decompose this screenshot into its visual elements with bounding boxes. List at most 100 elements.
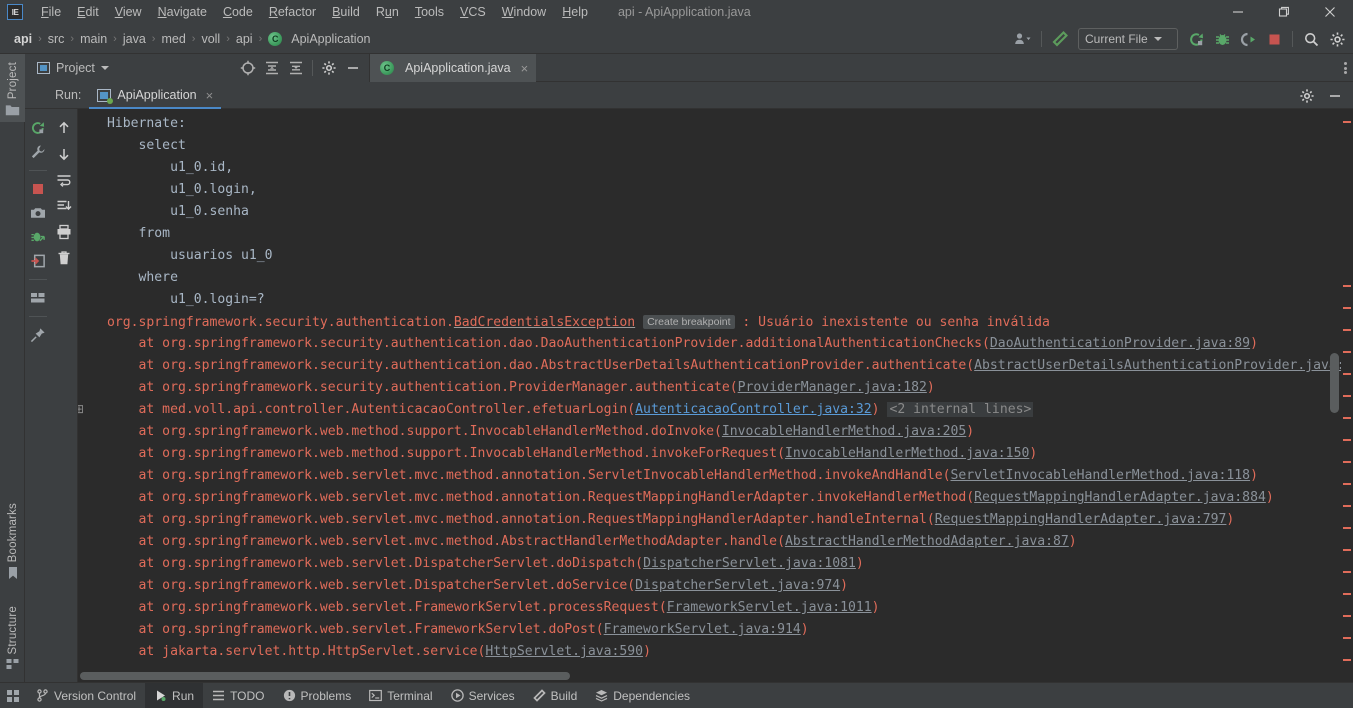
console-stack-frame[interactable]: at jakarta.servlet.http.HttpServlet.serv…	[78, 641, 1341, 663]
error-stripe-mark[interactable]	[1343, 637, 1351, 639]
menu-item-refactor[interactable]: Refactor	[261, 3, 324, 21]
search-everywhere-icon[interactable]	[1299, 27, 1323, 51]
stack-frame-link[interactable]: DispatcherServlet.java:1081	[643, 556, 856, 571]
run-configuration-selector[interactable]: Current File	[1078, 28, 1178, 50]
close-icon[interactable]	[1307, 0, 1353, 24]
console-stack-frame[interactable]: at org.springframework.security.authenti…	[78, 355, 1341, 377]
pin-icon[interactable]	[27, 324, 49, 346]
collapsed-frames-note[interactable]: <2 internal lines>	[887, 402, 1034, 417]
console-stack-frame[interactable]: at org.springframework.security.authenti…	[78, 333, 1341, 355]
project-tool-title-group[interactable]: Project	[25, 61, 109, 75]
status-bar-item-problems[interactable]: Problems	[274, 683, 361, 708]
status-bar-item-run[interactable]: Run	[145, 682, 204, 708]
error-stripe-mark[interactable]	[1343, 527, 1351, 529]
error-stripe-mark[interactable]	[1343, 417, 1351, 419]
stop-icon[interactable]	[27, 178, 49, 200]
run-with-coverage-icon[interactable]	[1236, 27, 1260, 51]
status-bar-item-build[interactable]: Build	[524, 683, 587, 708]
breadcrumb-item-med[interactable]: med	[157, 31, 189, 47]
more-options-icon[interactable]	[1344, 54, 1347, 82]
error-stripe-mark[interactable]	[1343, 307, 1351, 309]
scroll-up-icon[interactable]	[53, 117, 75, 139]
stack-frame-link[interactable]: RequestMappingHandlerAdapter.java:884	[974, 490, 1266, 505]
soft-wrap-icon[interactable]	[53, 169, 75, 191]
close-icon[interactable]: ×	[521, 61, 529, 76]
tab-apiapplication-java[interactable]: C ApiApplication.java ×	[370, 54, 537, 82]
stack-frame-link[interactable]: InvocableHandlerMethod.java:150	[785, 446, 1029, 461]
error-stripe-mark[interactable]	[1343, 439, 1351, 441]
settings-icon[interactable]	[1325, 27, 1349, 51]
export-icon[interactable]	[27, 250, 49, 272]
expand-all-icon[interactable]	[260, 56, 284, 80]
settings-icon[interactable]	[1295, 84, 1319, 108]
error-stripe-mark[interactable]	[1343, 121, 1351, 123]
console-stack-frame[interactable]: at org.springframework.web.servlet.mvc.m…	[78, 465, 1341, 487]
stack-frame-link[interactable]: InvocableHandlerMethod.java:205	[722, 424, 966, 439]
breadcrumb-item-api[interactable]: api	[232, 31, 257, 47]
menu-item-navigate[interactable]: Navigate	[150, 3, 215, 21]
collapse-all-icon[interactable]	[284, 56, 308, 80]
hide-icon[interactable]	[341, 56, 365, 80]
menu-item-window[interactable]: Window	[494, 3, 554, 21]
screenshot-camera-icon[interactable]	[27, 202, 49, 224]
stop-icon[interactable]	[1262, 27, 1286, 51]
console-stack-frame[interactable]: at org.springframework.web.servlet.Dispa…	[78, 575, 1341, 597]
debug-icon[interactable]	[1210, 27, 1234, 51]
menu-item-code[interactable]: Code	[215, 3, 261, 21]
error-stripe-mark[interactable]	[1343, 461, 1351, 463]
console-stack-frame[interactable]: at org.springframework.security.authenti…	[78, 377, 1341, 399]
menu-item-tools[interactable]: Tools	[407, 3, 452, 21]
breadcrumb-current-file[interactable]: ApiApplication	[287, 31, 374, 47]
sidebar-item-project[interactable]: Project	[0, 54, 25, 123]
print-icon[interactable]	[53, 221, 75, 243]
edit-configuration-wrench-icon[interactable]	[27, 141, 49, 163]
status-bar-item-terminal[interactable]: Terminal	[360, 683, 441, 708]
run-tab-apiapplication[interactable]: ApiApplication ×	[89, 82, 222, 109]
status-bar-item-services[interactable]: Services	[442, 683, 524, 708]
error-stripe-mark[interactable]	[1343, 329, 1351, 331]
stack-frame-link[interactable]: DispatcherServlet.java:974	[635, 578, 840, 593]
stack-frame-link[interactable]: FrameworkServlet.java:1011	[667, 600, 872, 615]
breadcrumb-item-main[interactable]: main	[76, 31, 111, 47]
menu-item-vcs[interactable]: VCS	[452, 3, 494, 21]
breadcrumb-item-api[interactable]: api	[10, 31, 36, 47]
menu-item-build[interactable]: Build	[324, 3, 368, 21]
stack-frame-link[interactable]: AbstractUserDetailsAuthenticationProvide…	[974, 358, 1341, 373]
console-stack-frame[interactable]: at org.springframework.web.method.suppor…	[78, 443, 1341, 465]
status-bar-item-version-control[interactable]: Version Control	[27, 683, 145, 708]
error-stripe-mark[interactable]	[1343, 285, 1351, 287]
sidebar-item-bookmarks[interactable]: Bookmarks	[0, 497, 25, 586]
stack-frame-link[interactable]: FrameworkServlet.java:914	[604, 622, 801, 637]
console-stack-frame[interactable]: at org.springframework.web.servlet.Frame…	[78, 619, 1341, 641]
console-stack-frame[interactable]: at org.springframework.web.servlet.Dispa…	[78, 553, 1341, 575]
console-stack-frame[interactable]: at org.springframework.web.servlet.mvc.m…	[78, 531, 1341, 553]
console-stack-frame[interactable]: at org.springframework.web.method.suppor…	[78, 421, 1341, 443]
console-stack-frame[interactable]: at org.springframework.web.servlet.Frame…	[78, 597, 1341, 619]
stack-frame-link[interactable]: RequestMappingHandlerAdapter.java:797	[935, 512, 1227, 527]
stack-frame-link[interactable]: AbstractHandlerMethodAdapter.java:87	[785, 534, 1069, 549]
user-dropdown-icon[interactable]	[1011, 27, 1035, 51]
status-bar-item-todo[interactable]: TODO	[203, 683, 273, 708]
breadcrumb-item-java[interactable]: java	[119, 31, 150, 47]
run-icon[interactable]	[1184, 27, 1208, 51]
menu-item-edit[interactable]: Edit	[69, 3, 107, 21]
error-stripe-mark[interactable]	[1343, 373, 1351, 375]
error-stripe-mark[interactable]	[1343, 483, 1351, 485]
exception-class-link[interactable]: BadCredentialsException	[454, 315, 635, 330]
stack-frame-link[interactable]: ServletInvocableHandlerMethod.java:118	[951, 468, 1251, 483]
error-stripe-mark[interactable]	[1343, 549, 1351, 551]
console-output[interactable]: Hibernate: select u1_0.id, u1_0.login, u…	[78, 109, 1341, 682]
stack-frame-link[interactable]: AutenticacaoController.java:32	[635, 402, 872, 417]
menu-item-file[interactable]: File	[33, 3, 69, 21]
breadcrumb-item-voll[interactable]: voll	[197, 31, 224, 47]
error-stripe-mark[interactable]	[1343, 659, 1351, 661]
console-stack-frame[interactable]: at org.springframework.web.servlet.mvc.m…	[78, 509, 1341, 531]
minimize-icon[interactable]	[1215, 0, 1261, 24]
build-hammer-icon[interactable]	[1048, 27, 1072, 51]
rerun-icon[interactable]	[27, 117, 49, 139]
console-stack-frame[interactable]: at med.voll.api.controller.AutenticacaoC…	[78, 398, 1341, 421]
sidebar-item-structure[interactable]: Structure	[0, 600, 25, 676]
breadcrumb-item-src[interactable]: src	[44, 31, 69, 47]
clear-all-trash-icon[interactable]	[53, 247, 75, 269]
error-stripe-mark[interactable]	[1343, 505, 1351, 507]
